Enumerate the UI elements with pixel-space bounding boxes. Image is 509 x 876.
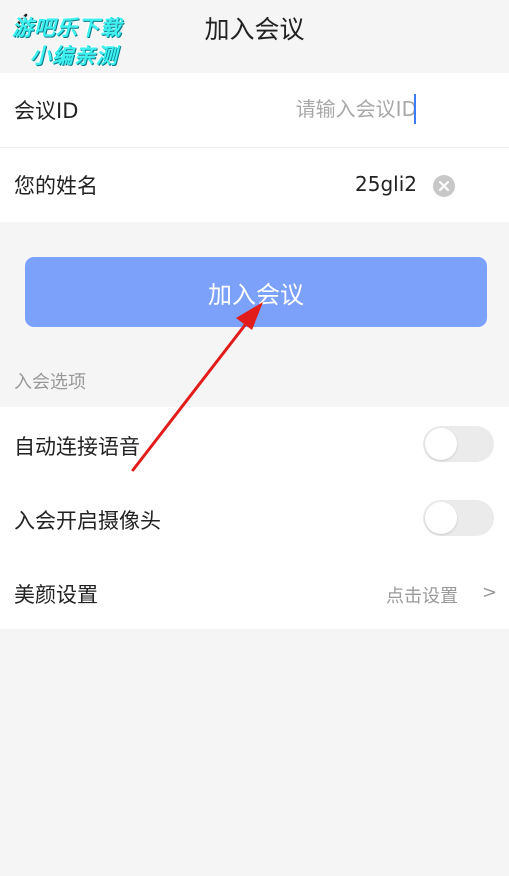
beauty-settings-row[interactable]: 美颜设置 点击设置 > [0,555,509,629]
beauty-settings-label: 美颜设置 [14,583,98,607]
toggle-knob [425,428,457,460]
join-meeting-button[interactable]: 加入会议 [25,257,487,327]
options-list: 自动连接语音 入会开启摄像头 美颜设置 点击设置 > [0,407,509,629]
camera-label: 入会开启摄像头 [14,509,161,533]
text-caret [414,94,416,124]
chevron-right-icon[interactable]: > [482,582,497,603]
name-field[interactable]: 25gli2 [355,172,417,196]
watermark-line-2: 小编亲测 [30,44,118,68]
clear-circle-icon[interactable] [432,174,456,198]
watermark-logo: 游吧乐下载 小编亲测 [6,8,156,70]
toggle-knob [425,502,457,534]
join-form: 会议ID 您的姓名 25gli2 [0,73,509,222]
meeting-id-row[interactable]: 会议ID [0,73,509,147]
meeting-id-input[interactable] [197,91,417,127]
auto-audio-toggle[interactable] [423,426,494,462]
beauty-settings-value[interactable]: 点击设置 [386,582,458,608]
meeting-id-label: 会议ID [14,99,79,123]
camera-row: 入会开启摄像头 [0,481,509,555]
options-section-title: 入会选项 [14,372,86,393]
auto-audio-label: 自动连接语音 [14,435,140,459]
auto-audio-row: 自动连接语音 [0,407,509,481]
camera-toggle[interactable] [423,500,494,536]
watermark-line-1: 游吧乐下载 [12,16,122,40]
name-label: 您的姓名 [14,174,98,198]
